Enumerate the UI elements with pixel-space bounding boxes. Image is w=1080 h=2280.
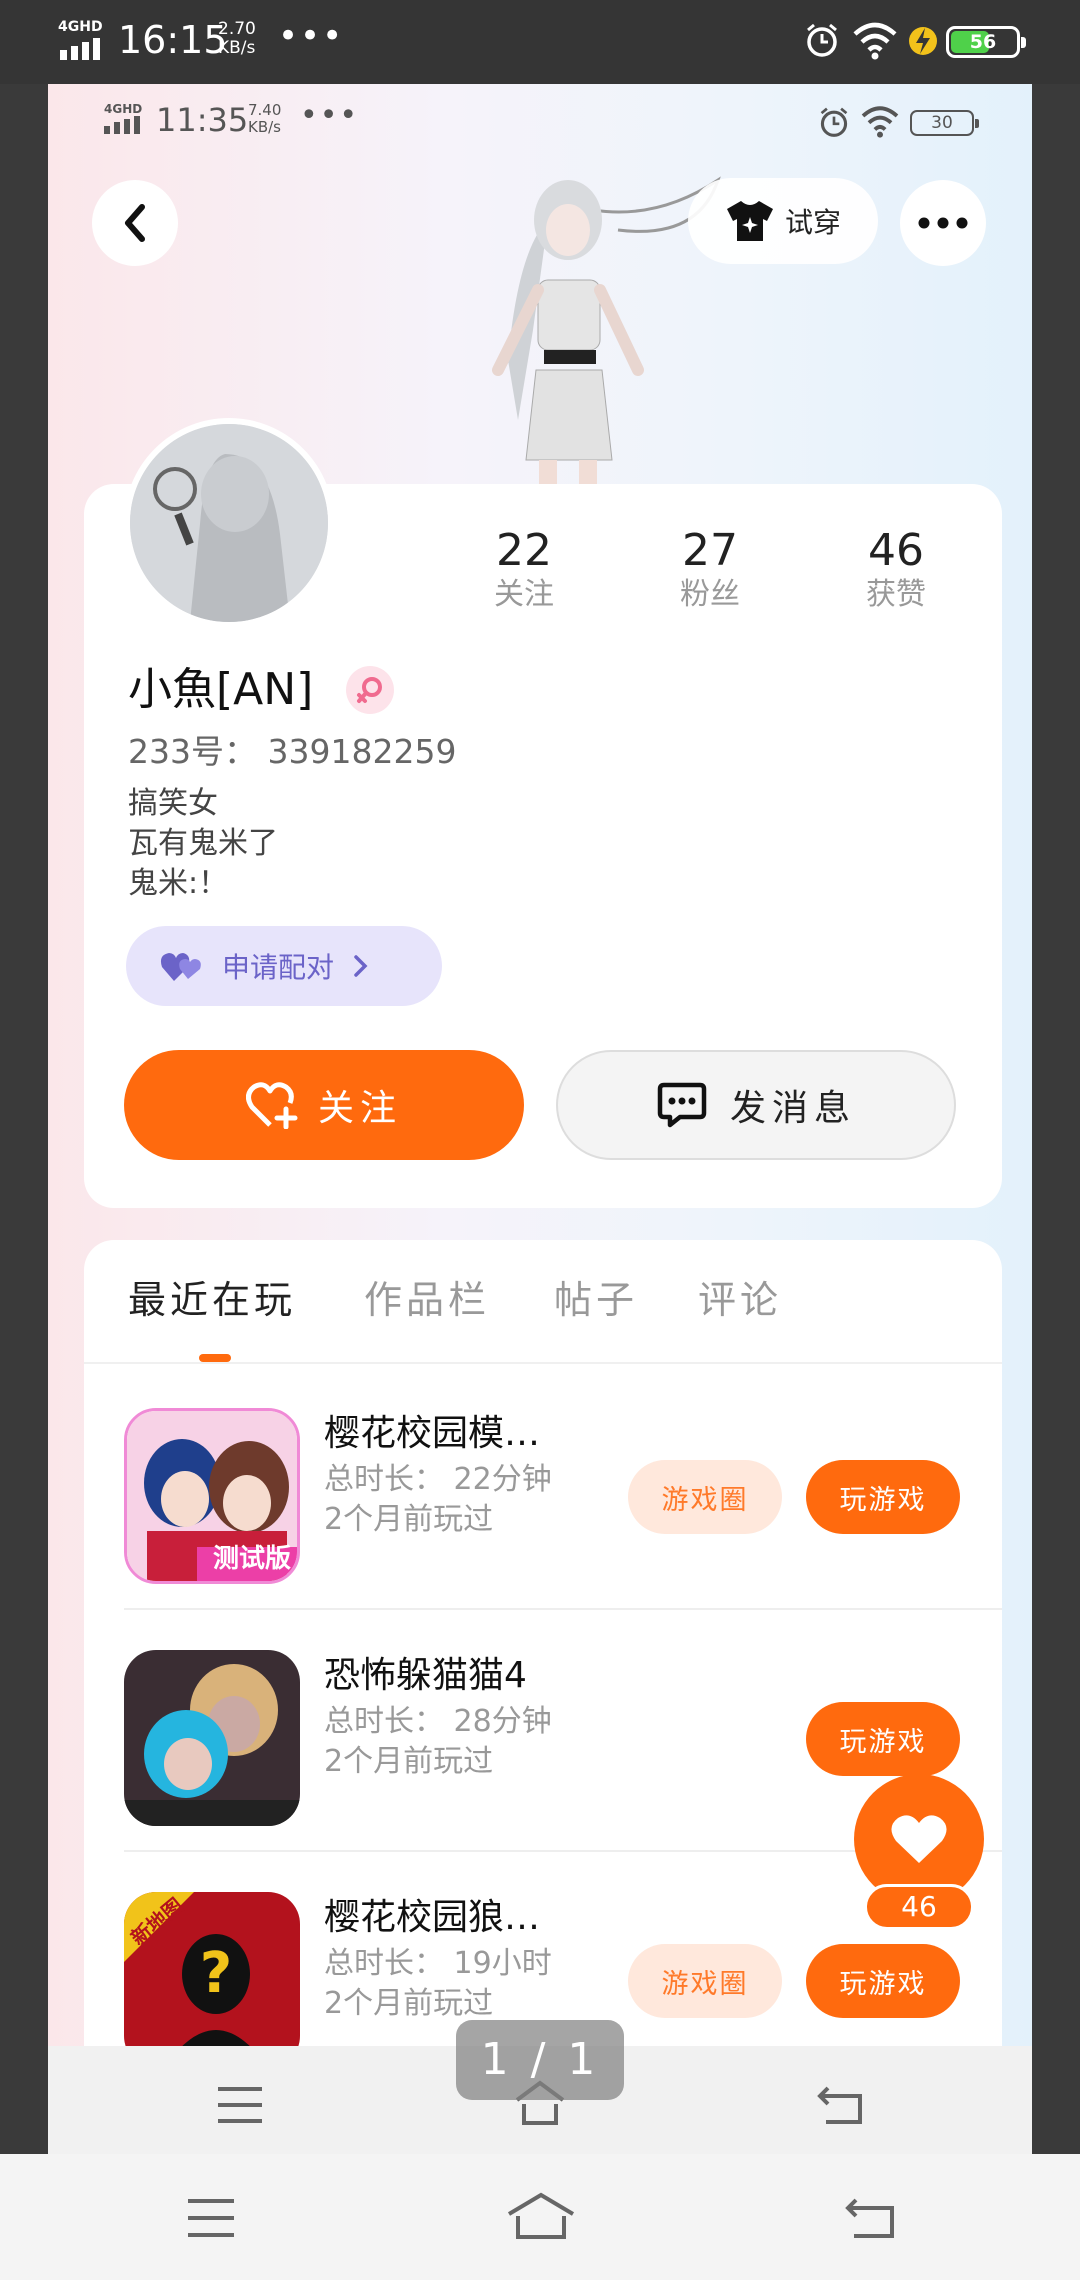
more-options-button[interactable]	[900, 180, 986, 266]
stat-value: 27	[682, 525, 738, 576]
back-nav-icon[interactable]	[816, 2084, 864, 2126]
follow-button[interactable]: 关注	[124, 1050, 524, 1160]
game-duration: 总时长： 19小时	[324, 1946, 552, 1981]
svg-text:?: ?	[200, 1941, 232, 2006]
outer-navigation-bar	[0, 2154, 1080, 2280]
bio-line: 搞笑女	[128, 786, 218, 821]
wifi-icon	[853, 22, 897, 60]
send-message-button[interactable]: 发消息	[556, 1050, 956, 1160]
menu-icon[interactable]	[186, 2198, 236, 2238]
status-time: 11:35	[156, 101, 249, 139]
outer-status-bar: 4GHD 16:15 2.70 KB/s ••• 56	[0, 0, 1080, 84]
page-indicator: 1 / 1	[456, 2020, 624, 2100]
network-type: 4GHD	[104, 102, 143, 116]
stat-value: 22	[496, 525, 552, 576]
request-pair-label: 申请配对	[222, 951, 335, 984]
user-id: 233号： 339182259	[128, 732, 457, 771]
menu-icon[interactable]	[216, 2086, 264, 2124]
stat-label: 获赞	[866, 577, 926, 612]
send-message-label: 发消息	[729, 1088, 856, 1129]
game-last-played: 2个月前玩过	[324, 1502, 494, 1537]
more-notifications-icon: •••	[300, 98, 360, 133]
active-tab-indicator	[199, 1354, 231, 1362]
inner-status-bar: 4GHD 11:35 7.40 KB/s ••• 30	[48, 84, 1032, 164]
status-time: 16:15	[118, 18, 228, 62]
game-row[interactable]: 测试版 樱花校园模… 总时长： 22分钟 2个月前玩过 游戏圈 玩游戏	[84, 1368, 1002, 1610]
alarm-icon	[820, 107, 848, 137]
avatar-image	[130, 424, 328, 622]
game-title: 樱花校园模…	[324, 1413, 541, 1454]
alarm-icon	[807, 23, 837, 57]
play-game-button[interactable]: 玩游戏	[806, 1460, 960, 1534]
network-speed: 7.40 KB/s	[248, 101, 282, 136]
game-title: 樱花校园狼…	[324, 1897, 541, 1938]
charging-bolt-icon	[909, 27, 937, 55]
stat-followers[interactable]: 27 粉丝	[640, 524, 780, 612]
game-duration: 总时长： 28分钟	[324, 1704, 552, 1739]
battery-level: 30	[931, 113, 953, 133]
more-notifications-icon: •••	[278, 16, 345, 56]
nickname: 小魚[AN]	[128, 664, 314, 715]
tab-comments[interactable]: 评论	[698, 1270, 782, 1330]
game-last-played: 2个月前玩过	[324, 1744, 494, 1779]
stat-likes[interactable]: 46 获赞	[826, 524, 966, 612]
female-gender-icon	[346, 666, 394, 714]
play-game-button[interactable]: 玩游戏	[806, 1944, 960, 2018]
try-on-label: 试穿	[784, 206, 841, 239]
request-pair-button[interactable]: 申请配对	[126, 926, 442, 1006]
back-nav-icon[interactable]	[844, 2196, 896, 2240]
game-circle-button[interactable]: 游戏圈	[628, 1944, 782, 2018]
game-icon: ? 新地图	[124, 1892, 300, 2068]
game-circle-button[interactable]: 游戏圈	[628, 1460, 782, 1534]
game-icon	[124, 1650, 300, 1826]
avatar[interactable]	[124, 418, 334, 628]
more-horizontal-icon	[918, 217, 968, 229]
back-button[interactable]	[92, 180, 178, 266]
battery-icon: 30	[910, 110, 979, 136]
game-duration: 总时长： 22分钟	[324, 1462, 552, 1497]
tab-divider	[84, 1362, 1002, 1364]
bio: 搞笑女 瓦有鬼米了 鬼米:！	[128, 784, 278, 904]
like-count-badge: 46	[864, 1884, 974, 1930]
tab-posts[interactable]: 帖子	[554, 1270, 638, 1330]
try-on-button[interactable]: 试穿	[688, 178, 878, 264]
game-badge: 测试版	[212, 1544, 291, 1574]
game-title: 恐怖躲猫猫4	[324, 1655, 527, 1696]
app-screenshot: 4GHD 11:35 7.40 KB/s ••• 30 试穿 22 关注 27 …	[48, 84, 1032, 2154]
chat-bubble-icon	[657, 1082, 707, 1128]
follow-label: 关注	[317, 1088, 402, 1129]
game-last-played: 2个月前玩过	[324, 1986, 494, 2021]
stat-label: 粉丝	[680, 577, 740, 612]
chevron-right-icon	[354, 955, 368, 977]
tshirt-icon	[726, 201, 773, 241]
stat-following[interactable]: 22 关注	[454, 524, 594, 612]
heart-plus-icon	[245, 1082, 298, 1129]
heart-icon	[891, 1815, 947, 1863]
game-icon: 测试版	[124, 1408, 300, 1584]
network-speed: 2.70 KB/s	[218, 19, 256, 58]
stat-value: 46	[868, 525, 924, 576]
tab-works[interactable]: 作品栏	[364, 1270, 490, 1330]
stat-label: 关注	[494, 577, 554, 612]
battery-level: 56	[969, 31, 997, 53]
signal-icon	[60, 38, 100, 60]
chevron-left-icon	[125, 204, 145, 242]
wifi-icon	[861, 106, 899, 138]
battery-icon: 56	[946, 26, 1026, 58]
double-heart-icon	[160, 953, 201, 981]
signal-icon	[104, 116, 140, 134]
network-type: 4GHD	[58, 19, 103, 35]
tab-recently-played[interactable]: 最近在玩	[128, 1270, 296, 1330]
bio-line: 瓦有鬼米了	[128, 826, 278, 861]
home-icon[interactable]	[506, 2192, 576, 2240]
play-game-button[interactable]: 玩游戏	[806, 1702, 960, 1776]
bio-line: 鬼米:！	[128, 866, 229, 901]
